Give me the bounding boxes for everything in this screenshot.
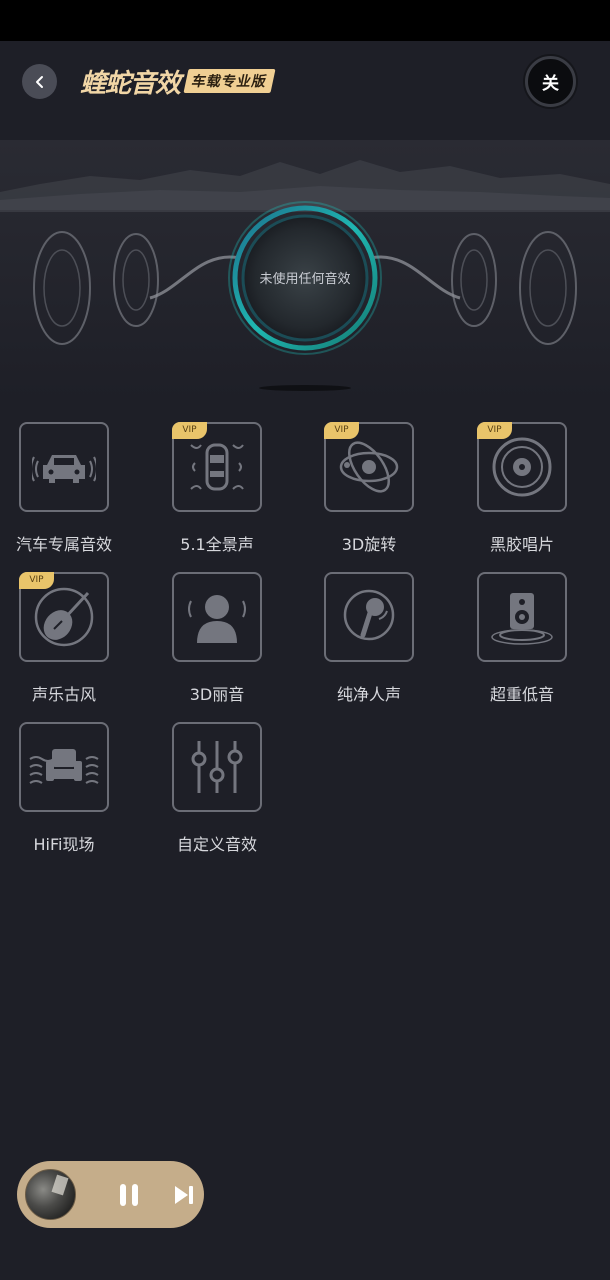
- mini-player[interactable]: [17, 1161, 204, 1228]
- back-button[interactable]: [22, 64, 57, 99]
- vip-badge: VIP: [19, 572, 54, 589]
- effect-tile-pure-vocal[interactable]: 纯净人声: [308, 572, 430, 705]
- effect-tile-label: 黑胶唱片: [489, 535, 554, 554]
- orbit-icon: [339, 441, 399, 493]
- effect-tile-label: 声乐古风: [31, 685, 96, 704]
- effect-tile-icon-box: VIP: [172, 422, 262, 512]
- pause-icon: [120, 1184, 138, 1206]
- effect-tile-vinyl[interactable]: VIP 黑胶唱片: [461, 422, 583, 555]
- effect-tile-icon-box: VIP: [19, 572, 109, 662]
- effect-tile-label: 自定义音效: [176, 835, 257, 854]
- effect-tile-label: 超重低音: [489, 685, 554, 704]
- brand-title: 蝰蛇音效: [80, 68, 181, 99]
- next-track-button[interactable]: [170, 1181, 198, 1209]
- effect-power-toggle[interactable]: 关: [525, 56, 576, 107]
- vinyl-icon: [492, 437, 552, 497]
- pause-button[interactable]: [115, 1181, 143, 1209]
- effect-tile-icon-box: VIP: [324, 422, 414, 512]
- equalizer-icon: [191, 741, 243, 793]
- effect-tile-icon-box: [19, 422, 109, 512]
- next-icon: [175, 1186, 193, 1204]
- effect-tile-label: 3D丽音: [189, 685, 245, 704]
- album-art[interactable]: [25, 1169, 76, 1220]
- effect-tile-icon-box: [172, 722, 262, 812]
- vip-badge: VIP: [172, 422, 207, 439]
- chevron-left-icon: [35, 75, 43, 88]
- effect-tile-label: 3D旋转: [341, 535, 397, 554]
- effect-tile-label: 纯净人声: [336, 685, 401, 704]
- effect-tile-icon-box: [477, 572, 567, 662]
- vip-badge: VIP: [477, 422, 512, 439]
- effect-tile-surround[interactable]: VIP 5.1全景声: [156, 422, 278, 555]
- album-art-highlight: [51, 1174, 69, 1196]
- status-bar: [0, 0, 610, 41]
- effect-tile-car[interactable]: 汽车专属音效: [3, 422, 125, 555]
- effect-tile-icon-box: [19, 722, 109, 812]
- person-sound-icon: [188, 595, 246, 643]
- surround-car-icon: [190, 443, 244, 491]
- effect-tile-icon-box: VIP: [477, 422, 567, 512]
- subwoofer-icon: [491, 593, 553, 645]
- app-brand: 蝰蛇音效 车载专业版: [80, 64, 276, 99]
- effect-tile-icon-box: [172, 572, 262, 662]
- effect-status-text: 未使用任何音效: [259, 272, 351, 287]
- effect-tile-custom[interactable]: 自定义音效: [156, 722, 278, 855]
- brand-badge: 车载专业版: [183, 69, 276, 93]
- power-toggle-label: 关: [542, 74, 559, 94]
- effect-tile-classical[interactable]: VIP 声乐古风: [3, 572, 125, 705]
- car-icon: [32, 455, 96, 483]
- effect-tile-label: HiFi现场: [33, 835, 95, 854]
- effect-tile-icon-box: [324, 572, 414, 662]
- effect-tile-label: 汽车专属音效: [15, 535, 112, 554]
- effect-tile-3d-rotate[interactable]: VIP 3D旋转: [308, 422, 430, 555]
- effect-tile-3d-voice[interactable]: 3D丽音: [156, 572, 278, 705]
- pipa-icon: [34, 587, 94, 647]
- microphone-icon: [343, 589, 395, 641]
- vip-badge: VIP: [324, 422, 359, 439]
- effect-tile-hifi[interactable]: HiFi现场: [3, 722, 125, 855]
- effect-tile-label: 5.1全景声: [180, 535, 254, 554]
- effect-tile-bass[interactable]: 超重低音: [461, 572, 583, 705]
- sofa-icon: [29, 749, 99, 784]
